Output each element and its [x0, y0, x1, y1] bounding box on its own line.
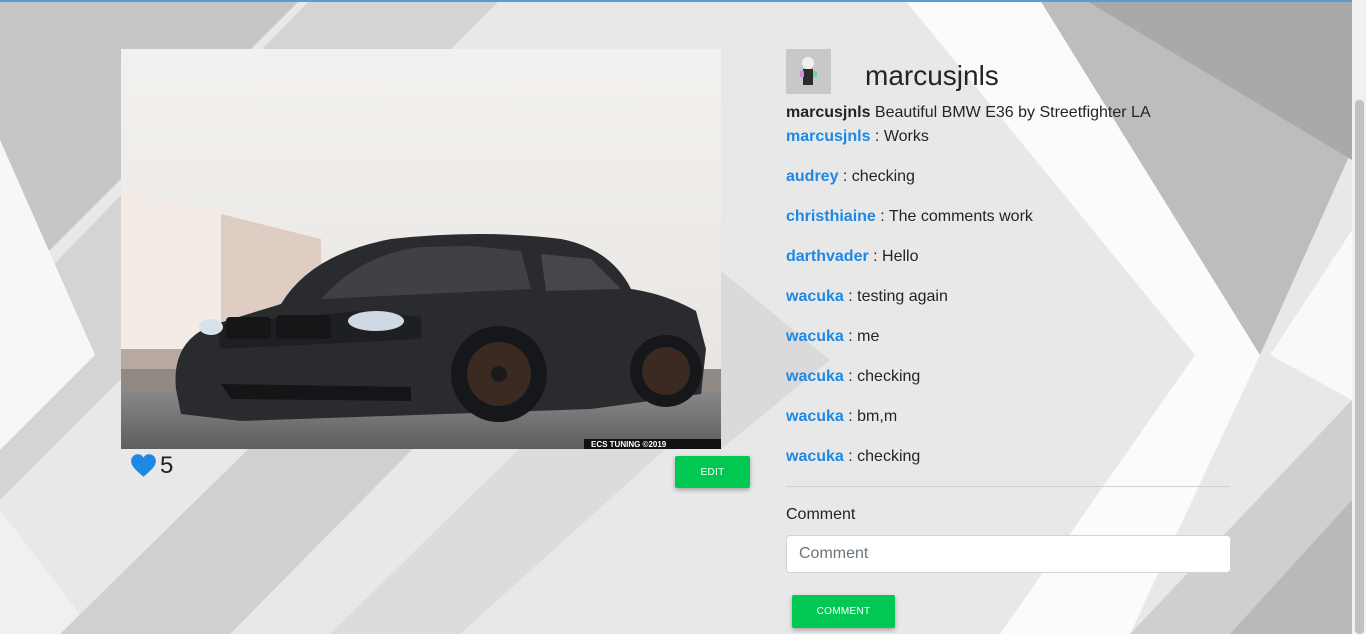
comment-submit-button[interactable]: COMMENT: [792, 595, 895, 628]
comment-user-link[interactable]: wacuka: [786, 328, 844, 345]
edit-button[interactable]: EDIT: [675, 456, 750, 488]
comment-user-link[interactable]: wacuka: [786, 448, 844, 465]
like-section: 5: [130, 453, 173, 478]
scrollbar[interactable]: [1352, 0, 1366, 634]
comment-text: : The comments work: [875, 208, 1033, 225]
comment-text: : checking: [843, 368, 921, 385]
comment-item: marcusjnls : Works: [786, 128, 1033, 168]
comment-user-link[interactable]: wacuka: [786, 368, 844, 385]
divider: [786, 486, 1230, 487]
comment-item: darthvader : Hello: [786, 248, 1033, 288]
comment-user-link[interactable]: wacuka: [786, 408, 844, 425]
post-image[interactable]: ECS TUNING ©2019: [121, 49, 721, 449]
avatar[interactable]: [786, 49, 831, 94]
heart-icon[interactable]: [130, 453, 157, 478]
comment-user-link[interactable]: audrey: [786, 168, 838, 185]
caption-text: Beautiful BMW E36 by Streetfighter LA: [870, 104, 1151, 121]
scrollbar-thumb[interactable]: [1355, 100, 1364, 634]
comment-text: : bm,m: [843, 408, 898, 425]
comment-text: : testing again: [843, 288, 948, 305]
comment-text: : checking: [838, 168, 915, 185]
caption-username: marcusjnls: [786, 104, 871, 121]
comment-user-link[interactable]: darthvader: [786, 248, 869, 265]
profile-username: marcusjnls: [865, 60, 999, 91]
comment-text: : Hello: [868, 248, 919, 265]
comment-text: : Works: [870, 128, 929, 145]
comment-user-link[interactable]: christhiaine: [786, 208, 876, 225]
comment-user-link[interactable]: wacuka: [786, 288, 844, 305]
comment-item: christhiaine : The comments work: [786, 208, 1033, 248]
like-count: 5: [160, 451, 174, 479]
watermark-text: ECS TUNING ©2019: [591, 440, 667, 449]
top-accent-line: [0, 0, 1352, 2]
comment-item: wacuka : me: [786, 328, 1033, 368]
comment-item: wacuka : checking: [786, 368, 1033, 408]
comment-text: : checking: [843, 448, 921, 465]
comment-item: wacuka : checking: [786, 448, 1033, 488]
comment-text: : me: [843, 328, 880, 345]
post-caption: marcusjnls Beautiful BMW E36 by Streetfi…: [786, 104, 1151, 122]
comment-user-link[interactable]: marcusjnls: [786, 128, 870, 145]
comment-item: wacuka : bm,m: [786, 408, 1033, 448]
comment-input[interactable]: [786, 535, 1231, 573]
comment-label: Comment: [786, 506, 856, 523]
comment-item: wacuka : testing again: [786, 288, 1033, 328]
comment-list: marcusjnls : Works audrey : checking chr…: [786, 128, 1033, 488]
comment-item: audrey : checking: [786, 168, 1033, 208]
